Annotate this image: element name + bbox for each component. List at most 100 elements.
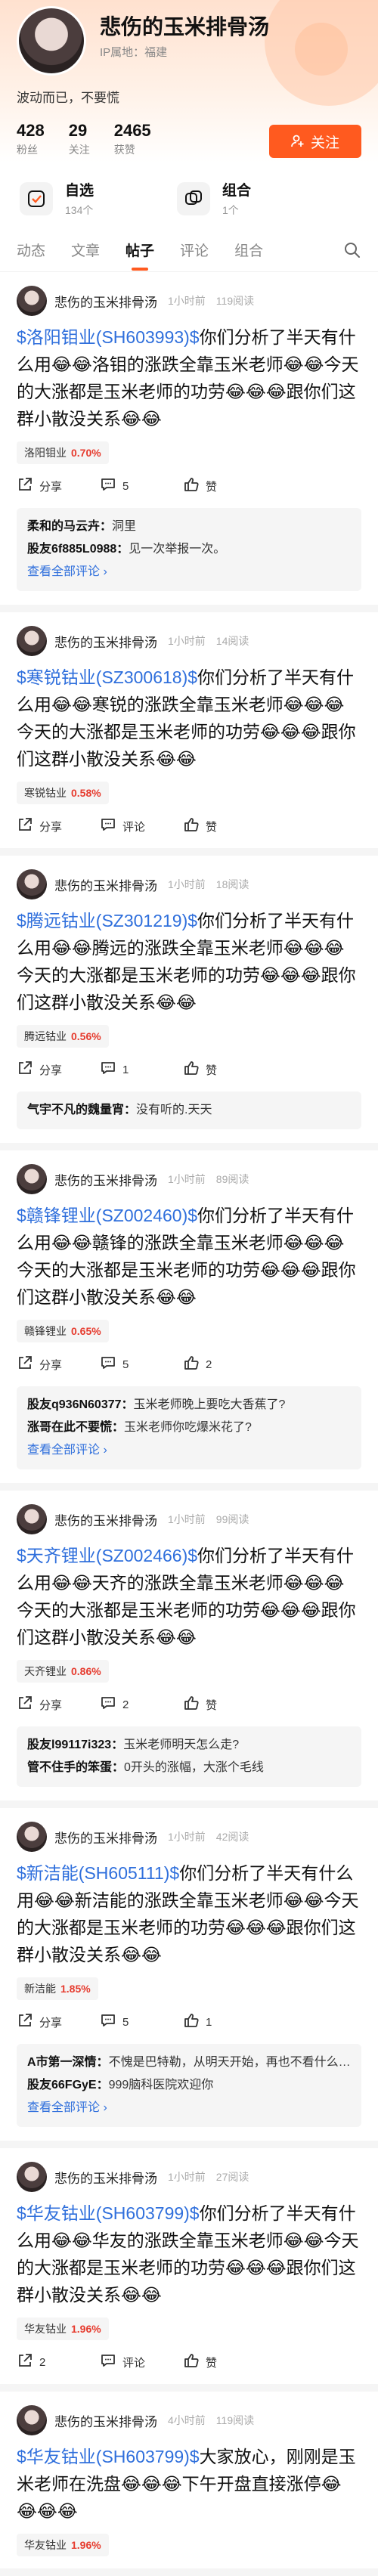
comment-item[interactable]: 股友q936N60377：玉米老师晚上要吃大香蕉了? [27, 1394, 351, 1416]
post-content[interactable]: $寒锐钴业(SZ300618)$你们分析了半天有什么用😂😂寒锐的涨跌全靠玉米老师… [17, 664, 361, 772]
avatar[interactable] [17, 1822, 47, 1852]
comment-item[interactable]: 管不住手的笨蛋：0开头的涨幅，大涨个毛线 [27, 1757, 351, 1779]
stat-following[interactable]: 29 关注 [69, 121, 90, 157]
stock-link[interactable]: $腾远钴业(SZ301219)$ [17, 911, 197, 930]
stock-link[interactable]: $新洁能(SH605111)$ [17, 1863, 179, 1883]
comment-button[interactable]: 评论 [100, 816, 183, 836]
avatar[interactable] [17, 1504, 47, 1534]
post-author[interactable]: 悲伤的玉米排骨汤 [54, 292, 157, 311]
stock-link[interactable]: $天齐锂业(SZ002466)$ [17, 1546, 197, 1565]
stock-link[interactable]: $寒锐钴业(SZ300618)$ [17, 667, 197, 687]
post-content[interactable]: $洛阳钼业(SH603993)$你们分析了半天有什么用😂😂洛钼的涨跌全靠玉米老师… [17, 324, 361, 432]
post-card[interactable]: 悲伤的玉米排骨汤 4小时前 119阅读 $华友钴业(SH603799)$大家放心，刚刚… [0, 2392, 378, 2576]
share-button[interactable]: 分享 [17, 816, 100, 836]
stock-tag[interactable]: 腾远钴业 0.56% [17, 1025, 109, 1048]
post-author[interactable]: 悲伤的玉米排骨汤 [54, 2411, 157, 2430]
comment-user[interactable]: 股友l99117i323： [27, 1738, 123, 1751]
stock-tag[interactable]: 赣锋锂业 0.65% [17, 1320, 109, 1342]
comment-preview[interactable]: 股友q936N60377：玉米老师晚上要吃大香蕉了? 涨哥在此不要慌：玉米老师你吃… [17, 1386, 361, 1469]
comment-user[interactable]: 股友q936N60377： [27, 1398, 134, 1411]
stat-fans[interactable]: 428 粉丝 [17, 121, 45, 157]
share-button[interactable]: 分享 [17, 1060, 100, 1079]
share-button[interactable]: 分享 [17, 1695, 100, 1714]
tab-posts[interactable]: 帖子 [125, 240, 154, 271]
stock-tag[interactable]: 天齐锂业 0.86% [17, 1660, 109, 1683]
tab-comments[interactable]: 评论 [180, 240, 209, 260]
post-card[interactable]: 悲伤的玉米排骨汤 1小时前 14阅读 $寒锐钴业(SZ300618)$你们分析了半天有… [0, 612, 378, 856]
post-author[interactable]: 悲伤的玉米排骨汤 [54, 2168, 157, 2187]
post-author[interactable]: 悲伤的玉米排骨汤 [54, 1170, 157, 1189]
avatar[interactable] [17, 6, 86, 76]
comment-preview[interactable]: 股友l99117i323：玉米老师明天怎么走? 管不住手的笨蛋：0开头的涨幅，大涨… [17, 1726, 361, 1787]
comment-button[interactable]: 5 [100, 1355, 183, 1374]
post-content[interactable]: $天齐锂业(SZ002466)$你们分析了半天有什么用😂😂天齐的涨跌全靠玉米老师… [17, 1542, 361, 1651]
comment-item[interactable]: 气宇不凡的魏量宵：没有听的.天天 [27, 1099, 351, 1122]
view-all-comments-link[interactable]: 查看全部评论 › [27, 561, 351, 584]
comment-item[interactable]: A市第一深情：不愧是巴特勒，从明天开始，再也不看什么分析帖了，跟好巴特勒老师的节… [27, 2051, 351, 2074]
post-content[interactable]: $赣锋锂业(SZ002460)$你们分析了半天有什么用😂😂赣锋的涨跌全靠玉米老师… [17, 1202, 361, 1311]
view-all-comments-link[interactable]: 查看全部评论 › [27, 2097, 351, 2119]
comment-user[interactable]: 柔和的马云卉： [27, 520, 112, 533]
comment-user[interactable]: 股友66FGyE： [27, 2079, 109, 2091]
post-content[interactable]: $新洁能(SH605111)$你们分析了半天有什么用😂😂新洁能的涨跌全靠玉米老师… [17, 1859, 361, 1968]
tab-portfolio[interactable]: 组合 [234, 240, 263, 260]
comment-user[interactable]: A市第一深情： [27, 2056, 109, 2069]
avatar[interactable] [17, 2162, 47, 2192]
view-all-comments-link[interactable]: 查看全部评论 › [27, 1439, 351, 1462]
stock-link[interactable]: $赣锋锂业(SZ002460)$ [17, 1206, 197, 1225]
tab-activity[interactable]: 动态 [17, 240, 45, 260]
avatar[interactable] [17, 2405, 47, 2435]
avatar[interactable] [17, 869, 47, 899]
comment-button[interactable]: 5 [100, 2012, 183, 2032]
stock-tag[interactable]: 华友钴业 1.96% [17, 2534, 109, 2556]
stock-tag[interactable]: 寒锐钴业 0.58% [17, 782, 109, 804]
like-button[interactable]: 赞 [183, 1695, 266, 1714]
comment-item[interactable]: 柔和的马云卉：洞里 [27, 516, 351, 538]
post-content[interactable]: $华友钴业(SH603799)$大家放心，刚刚是玉米老师在洗盘😂😂😂下午开盘直接… [17, 2443, 361, 2525]
share-button[interactable]: 分享 [17, 2012, 100, 2032]
post-author[interactable]: 悲伤的玉米排骨汤 [54, 632, 157, 651]
avatar[interactable] [17, 1164, 47, 1194]
like-button[interactable]: 赞 [183, 2352, 266, 2372]
share-button[interactable]: 2 [17, 2352, 100, 2372]
comment-button[interactable]: 1 [100, 1060, 183, 1079]
stock-tag[interactable]: 华友钴业 1.96% [17, 2317, 109, 2340]
comment-user[interactable]: 气宇不凡的魏量宵： [27, 1104, 136, 1116]
comment-user[interactable]: 股友6f885L0988： [27, 543, 129, 556]
comment-button[interactable]: 5 [100, 476, 183, 496]
post-author[interactable]: 悲伤的玉米排骨汤 [54, 1510, 157, 1529]
comment-preview[interactable]: 柔和的马云卉：洞里 股友6f885L0988：见一次举报一次。 查看全部评论 › [17, 508, 361, 591]
follow-button[interactable]: 关注 [269, 125, 361, 158]
watchlist-card[interactable]: 自选 134个 [20, 179, 94, 218]
post-content[interactable]: $华友钴业(SH603799)$你们分析了半天有什么用😂😂华友的涨跌全靠玉米老师… [17, 2200, 361, 2308]
comment-item[interactable]: 涨哥在此不要慌：玉米老师你吃爆米花了? [27, 1416, 351, 1439]
post-card[interactable]: 悲伤的玉米排骨汤 1小时前 89阅读 $赣锋锂业(SZ002460)$你们分析了半天有… [0, 1150, 378, 1491]
like-button[interactable]: 赞 [183, 476, 266, 496]
comment-item[interactable]: 股友6f885L0988：见一次举报一次。 [27, 538, 351, 561]
avatar[interactable] [17, 286, 47, 316]
stock-link[interactable]: $洛阳钼业(SH603993)$ [17, 327, 200, 347]
post-author[interactable]: 悲伤的玉米排骨汤 [54, 1828, 157, 1847]
tab-articles[interactable]: 文章 [71, 240, 100, 260]
like-button[interactable]: 1 [183, 2012, 266, 2032]
comment-preview[interactable]: A市第一深情：不愧是巴特勒，从明天开始，再也不看什么分析帖了，跟好巴特勒老师的节… [17, 2044, 361, 2127]
like-button[interactable]: 2 [183, 1355, 266, 1374]
post-card[interactable]: 悲伤的玉米排骨汤 1小时前 119阅读 $洛阳钼业(SH603993)$你们分析了半天… [0, 272, 378, 612]
post-content[interactable]: $腾远钴业(SZ301219)$你们分析了半天有什么用😂😂腾远的涨跌全靠玉米老师… [17, 907, 361, 1016]
avatar[interactable] [17, 626, 47, 656]
search-icon[interactable] [343, 241, 361, 259]
comment-user[interactable]: 管不住手的笨蛋： [27, 1761, 124, 1774]
like-button[interactable]: 赞 [183, 816, 266, 836]
stock-tag[interactable]: 洛阳钼业 0.70% [17, 441, 109, 464]
post-card[interactable]: 悲伤的玉米排骨汤 1小时前 18阅读 $腾远钴业(SZ301219)$你们分析了半天有… [0, 856, 378, 1150]
post-card[interactable]: 悲伤的玉米排骨汤 1小时前 99阅读 $天齐锂业(SZ002466)$你们分析了半天有… [0, 1491, 378, 1808]
stock-link[interactable]: $华友钴业(SH603799)$ [17, 2447, 200, 2466]
share-button[interactable]: 分享 [17, 1355, 100, 1374]
stock-tag[interactable]: 新洁能 1.85% [17, 1977, 98, 2000]
share-button[interactable]: 分享 [17, 476, 100, 496]
comment-button[interactable]: 评论 [100, 2352, 183, 2372]
stock-link[interactable]: $华友钴业(SH603799)$ [17, 2203, 200, 2223]
stat-likes[interactable]: 2465 获赞 [114, 121, 151, 157]
post-author[interactable]: 悲伤的玉米排骨汤 [54, 875, 157, 894]
comment-preview[interactable]: 气宇不凡的魏量宵：没有听的.天天 [17, 1091, 361, 1129]
